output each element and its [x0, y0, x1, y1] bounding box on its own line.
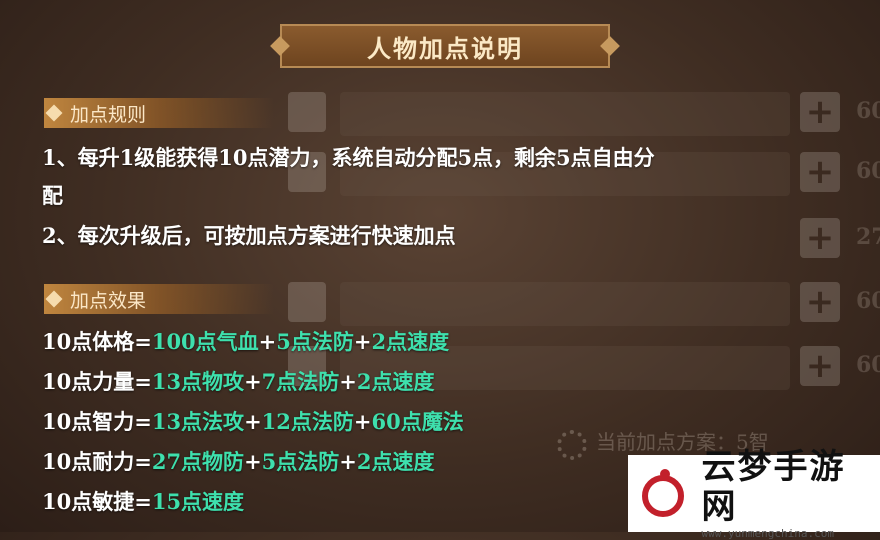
effect-stat: 10点体格=: [42, 329, 152, 354]
effect-stat: 10点智力=: [42, 409, 152, 434]
effect-value: 5点法防: [276, 329, 354, 354]
bg-minus-button: [288, 92, 326, 132]
effect-line: 10点智力=13点法攻+12点法防+60点魔法: [42, 406, 464, 436]
effect-value: 12点法防: [261, 409, 354, 434]
gear-icon: [557, 430, 587, 460]
bg-plus-button: +: [800, 346, 840, 386]
rule-line: 配: [42, 183, 63, 208]
effect-stat: 10点力量=: [42, 369, 152, 394]
watermark-logo-icon: [636, 465, 694, 523]
bg-stat-bar: [340, 92, 790, 136]
watermark: 云梦手游网 www.yunmengchina.com: [628, 447, 880, 540]
title-banner: 人物加点说明: [280, 24, 610, 68]
bg-minus-button: [288, 282, 326, 322]
effect-line: 10点敏捷=15点速度: [42, 486, 244, 516]
effect-plus: +: [353, 329, 372, 354]
watermark-url: www.yunmengchina.com: [701, 527, 834, 540]
bg-stat-number: 60: [856, 98, 880, 124]
effects-header-label: 加点效果: [70, 289, 147, 312]
bg-plus-button: +: [800, 282, 840, 322]
bg-stat-number: 60: [856, 288, 880, 314]
effect-plus: +: [353, 409, 372, 434]
effect-value: 15点速度: [151, 489, 245, 514]
effect-plus: +: [339, 449, 357, 474]
bg-stat-number: 27: [856, 224, 880, 250]
effect-plus: +: [244, 409, 262, 434]
diamond-icon: [45, 290, 63, 308]
bg-plus-button: +: [800, 218, 840, 258]
bg-stat-bar: [340, 282, 790, 326]
effect-value: 5点法防: [261, 449, 340, 474]
effect-line: 10点力量=13点物攻+7点法防+2点速度: [42, 366, 435, 396]
effect-value: 2点速度: [356, 369, 435, 394]
effect-line: 10点耐力=27点物防+5点法防+2点速度: [42, 446, 435, 476]
bg-plus-button: +: [800, 152, 840, 192]
effect-value: 13点法攻: [151, 409, 245, 434]
effect-value: 13点物攻: [151, 369, 245, 394]
rules-header: 加点规则: [44, 98, 274, 128]
page-title: 人物加点说明: [367, 33, 523, 63]
effect-plus: +: [258, 329, 277, 354]
effect-value: 2点速度: [356, 449, 435, 474]
effect-stat: 10点耐力=: [42, 449, 152, 474]
effect-stat: 10点敏捷=: [42, 489, 152, 514]
effect-line: 10点体格=100点气血+5点法防+2点速度: [42, 326, 449, 356]
effect-value: 100点气血: [151, 329, 259, 354]
effect-value: 27点物防: [151, 449, 245, 474]
diamond-icon: [45, 104, 63, 122]
effect-plus: +: [244, 449, 262, 474]
effect-value: 7点法防: [261, 369, 340, 394]
effect-plus: +: [244, 369, 262, 394]
bg-plus-button: +: [800, 92, 840, 132]
effect-value: 2点速度: [371, 329, 450, 354]
rule-line: 1、每升1级能获得10点潜力，系统自动分配5点，剩余5点自由分: [42, 145, 655, 170]
rules-header-label: 加点规则: [70, 103, 147, 126]
bg-stat-number: 60: [856, 352, 880, 378]
effects-header: 加点效果: [44, 284, 274, 314]
bg-stat-number: 60: [856, 158, 880, 184]
watermark-name: 云梦手游网: [701, 447, 846, 527]
effect-value: 60点魔法: [371, 409, 464, 434]
rule-line: 2、每次升级后，可按加点方案进行快速加点: [42, 223, 456, 248]
effect-plus: +: [339, 369, 357, 394]
